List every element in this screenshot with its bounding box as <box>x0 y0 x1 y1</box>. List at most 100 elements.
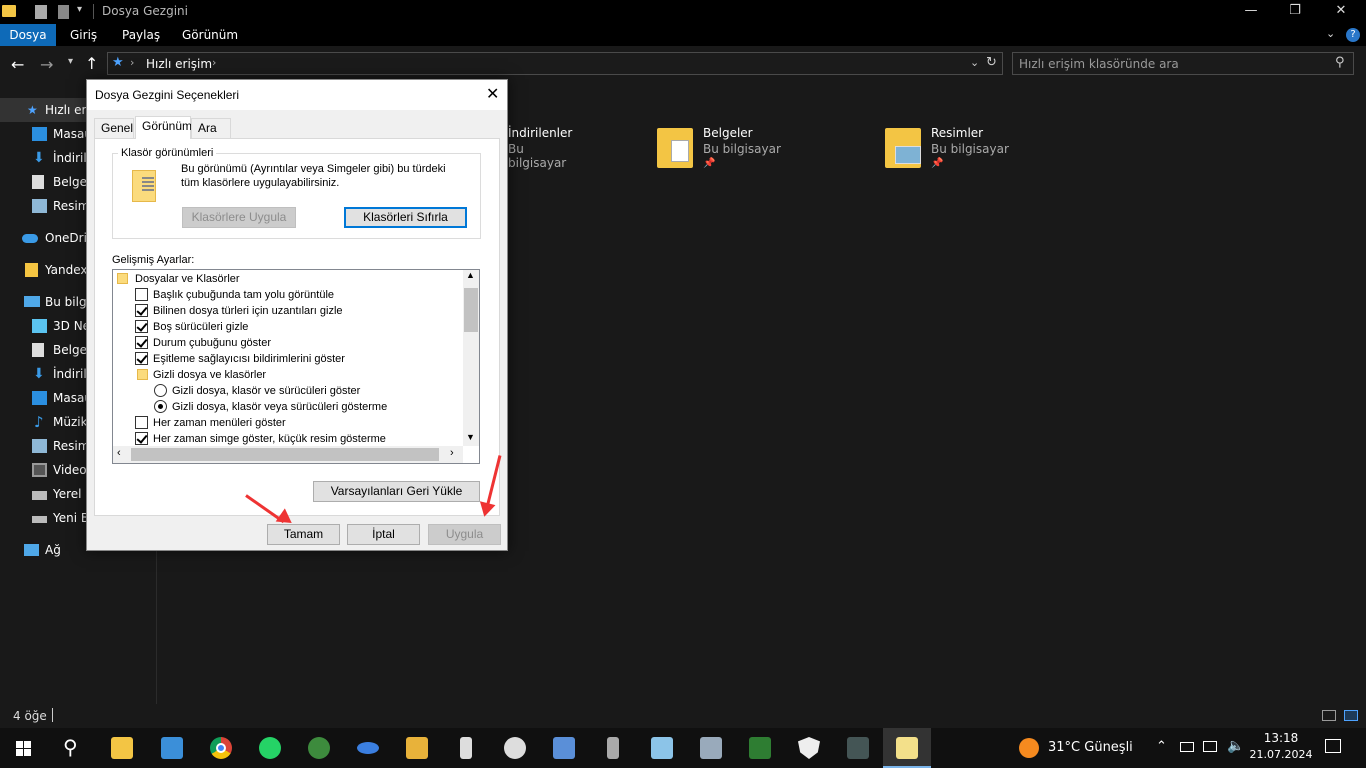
scroll-up-icon[interactable]: ▲ <box>466 270 475 280</box>
taskbar-security[interactable] <box>785 728 833 768</box>
chevron-right-icon[interactable]: › <box>212 56 216 69</box>
new-folder-icon[interactable] <box>58 5 69 19</box>
tab-ara[interactable]: Ara <box>191 118 231 138</box>
tab-genel[interactable]: Genel <box>94 118 134 138</box>
taskbar-app-battery[interactable] <box>589 728 637 768</box>
taskbar-store[interactable] <box>148 728 196 768</box>
star-icon: ★ <box>112 55 124 70</box>
notifications-icon[interactable] <box>1325 739 1341 753</box>
download-icon: ⬇ <box>33 366 45 382</box>
customize-toolbar-icon[interactable]: ▾ <box>77 4 82 15</box>
restore-defaults-button[interactable]: Varsayılanları Geri Yükle <box>313 481 480 502</box>
forward-icon[interactable]: → <box>40 55 53 74</box>
store-icon <box>161 737 183 759</box>
vertical-scrollbar[interactable]: ▲ ▼ <box>463 270 479 446</box>
drive-icon <box>32 491 47 500</box>
clock-date[interactable]: 21.07.2024 <box>1248 748 1314 761</box>
reset-folders-button[interactable]: Klasörleri Sıfırla <box>344 207 467 228</box>
back-icon[interactable]: ← <box>11 55 24 74</box>
breadcrumb[interactable]: Hızlı erişim <box>146 57 212 71</box>
monitor-icon <box>700 737 722 759</box>
taskbar-app-monitor[interactable] <box>687 728 735 768</box>
taskbar-app-notes[interactable] <box>638 728 686 768</box>
tray-expand-icon[interactable]: ⌃ <box>1156 739 1167 754</box>
scroll-thumb[interactable] <box>131 448 439 461</box>
checkbox[interactable] <box>135 432 148 445</box>
radio-button[interactable] <box>154 384 167 397</box>
cancel-button[interactable]: İptal <box>347 524 420 545</box>
file-explorer-icon <box>111 737 133 759</box>
network-icon[interactable] <box>1203 741 1217 752</box>
paint-icon <box>504 737 526 759</box>
up-icon[interactable]: ↑ <box>85 54 98 73</box>
taskbar-app-figure[interactable] <box>442 728 490 768</box>
search-input[interactable]: Hızlı erişim klasöründe ara ⚲ <box>1012 52 1354 75</box>
clock-time[interactable]: 13:18 <box>1258 731 1304 745</box>
scroll-left-icon[interactable]: ‹ <box>117 447 121 459</box>
folder-name: İndirilenler <box>508 126 573 140</box>
maximize-button[interactable]: ❐ <box>1272 0 1318 24</box>
chevron-down-icon[interactable]: ⌄ <box>970 56 979 69</box>
checkbox[interactable] <box>135 304 148 317</box>
taskbar-app-disc[interactable] <box>344 728 392 768</box>
weather-sun-icon[interactable] <box>1019 738 1039 758</box>
tab-dosya[interactable]: Dosya <box>0 24 56 46</box>
advanced-settings-list[interactable]: Dosyalar ve Klasörler Başlık çubuğunda t… <box>112 269 480 464</box>
taskbar-app-terminal[interactable] <box>736 728 784 768</box>
notes-icon <box>651 737 673 759</box>
taskbar-file-explorer[interactable] <box>98 728 146 768</box>
dialog-close-icon[interactable]: ✕ <box>486 84 499 104</box>
apply-button[interactable]: Uygula <box>428 524 501 545</box>
battery-icon[interactable] <box>1180 742 1194 752</box>
checkbox[interactable] <box>135 288 148 301</box>
volume-icon[interactable]: 🔈 <box>1227 738 1244 754</box>
search-icon: ⚲ <box>63 735 78 759</box>
ribbon-expand-icon[interactable]: ⌄ <box>1326 27 1335 40</box>
folder-tile-documents[interactable]: Belgeler Bu bilgisayar 📌 <box>657 126 787 172</box>
scroll-thumb[interactable] <box>464 288 478 332</box>
search-button[interactable]: ⚲ <box>48 728 96 768</box>
help-icon[interactable]: ? <box>1346 28 1360 42</box>
apply-to-folders-button[interactable]: Klasörlere Uygula <box>182 207 296 228</box>
minimize-button[interactable]: — <box>1228 0 1274 24</box>
taskbar-app-tools[interactable] <box>393 728 441 768</box>
checkbox[interactable] <box>135 320 148 333</box>
checkbox[interactable] <box>135 416 148 429</box>
scroll-right-icon[interactable]: › <box>450 447 454 459</box>
folder-icon <box>25 263 38 277</box>
dialog-title: Dosya Gezgini Seçenekleri <box>95 88 240 102</box>
drive-icon <box>32 516 47 523</box>
tab-gorunum[interactable]: Görünüm <box>135 116 192 139</box>
details-view-icon[interactable] <box>1322 710 1336 721</box>
radio-button[interactable] <box>154 400 167 413</box>
checkbox[interactable] <box>135 352 148 365</box>
taskbar-app-globe[interactable] <box>295 728 343 768</box>
close-button[interactable]: ✕ <box>1318 0 1364 24</box>
large-icons-view-icon[interactable] <box>1344 710 1358 721</box>
ok-button[interactable]: Tamam <box>267 524 340 545</box>
scroll-down-icon[interactable]: ▼ <box>466 432 475 442</box>
tab-giris[interactable]: Giriş <box>58 24 109 46</box>
taskbar-whatsapp[interactable] <box>246 728 294 768</box>
recent-locations-icon[interactable]: ▾ <box>68 56 73 67</box>
taskbar-app-window[interactable] <box>540 728 588 768</box>
taskbar-app-paint[interactable] <box>491 728 539 768</box>
address-bar[interactable]: ★ › Hızlı erişim › ⌄ ↻ <box>107 52 1003 75</box>
start-button[interactable] <box>0 728 48 768</box>
folder-tile-pictures[interactable]: Resimler Bu bilgisayar 📌 <box>885 126 1015 172</box>
desktop-icon <box>32 391 47 405</box>
checkbox[interactable] <box>135 336 148 349</box>
search-icon[interactable]: ⚲ <box>1335 55 1345 70</box>
tab-paylas[interactable]: Paylaş <box>110 24 172 46</box>
documents-folder-icon <box>657 128 693 168</box>
taskbar-app-game[interactable] <box>834 728 882 768</box>
globe-icon <box>308 737 330 759</box>
horizontal-scrollbar[interactable]: ‹ › <box>113 446 463 463</box>
weather-text[interactable]: 31°C Güneşli <box>1048 740 1133 755</box>
properties-icon[interactable] <box>35 5 47 19</box>
taskbar-file-explorer-active[interactable] <box>883 728 931 768</box>
folder-location: Bu bilgisayar <box>508 142 567 170</box>
taskbar-chrome[interactable] <box>197 728 245 768</box>
refresh-icon[interactable]: ↻ <box>986 55 997 70</box>
tab-gorunum[interactable]: Görünüm <box>170 24 250 46</box>
